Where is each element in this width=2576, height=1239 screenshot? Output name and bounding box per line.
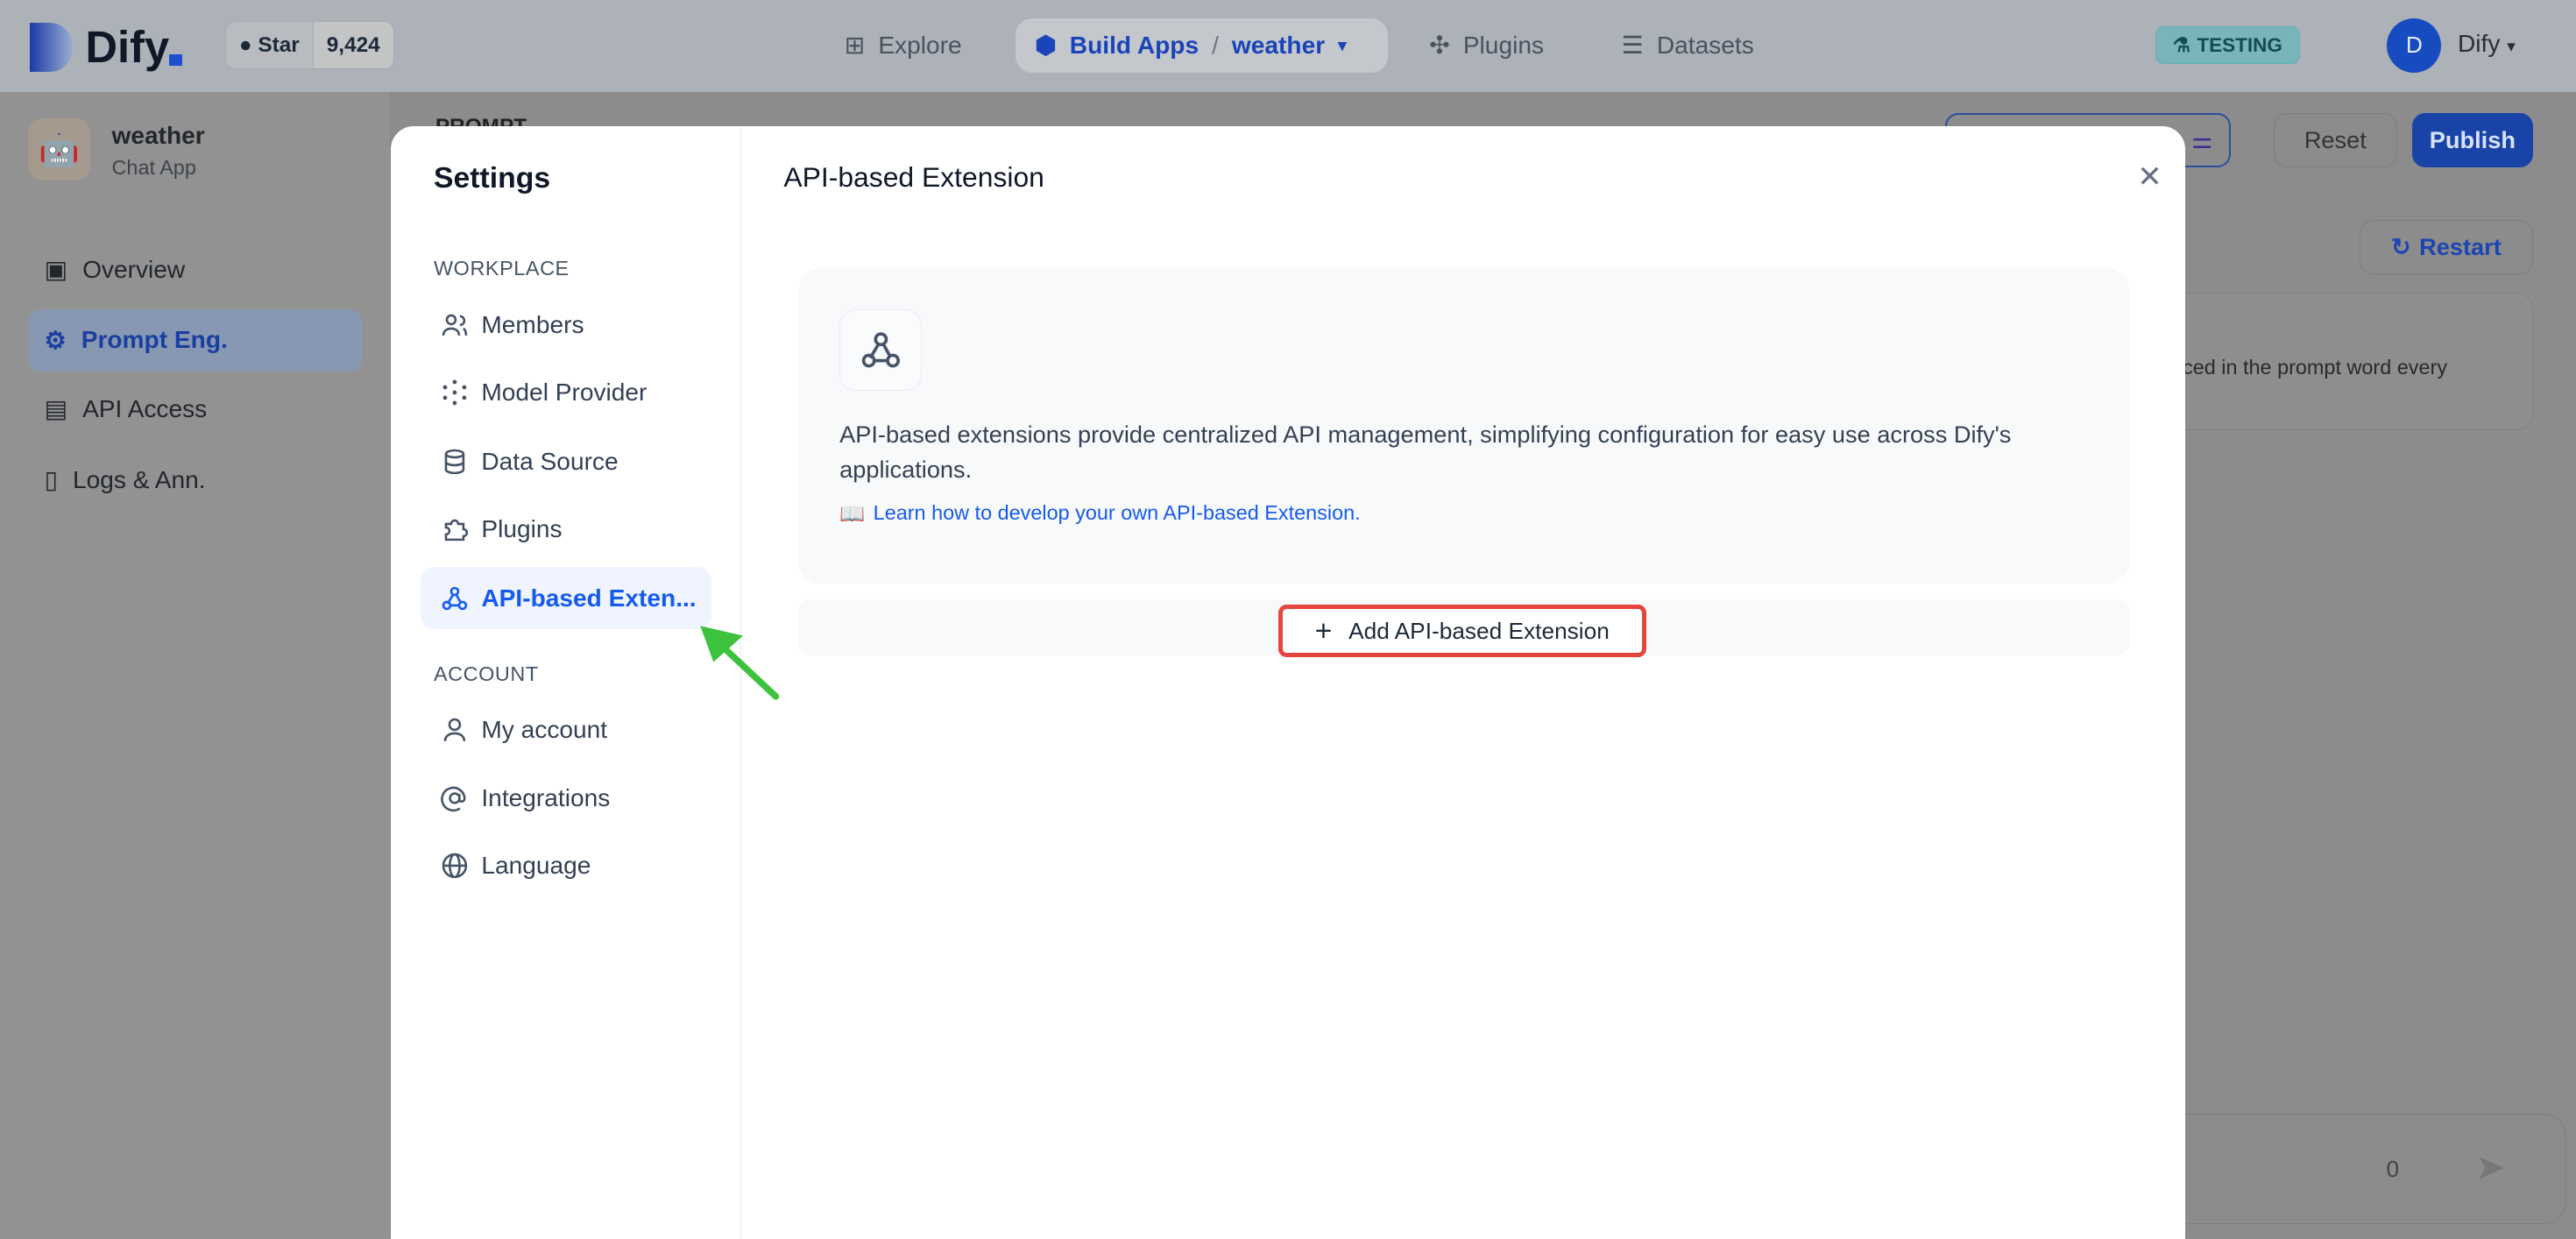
sidebar-label: Overview (82, 255, 186, 283)
account-section-label: ACCOUNT (434, 662, 539, 685)
nav-label: Build Apps (1069, 31, 1200, 59)
settings-nav: Settings WORKPLACE Members Model Provide… (391, 126, 741, 1239)
nav-datasets[interactable]: ☰ Datasets (1622, 18, 1754, 73)
nav-label: Explore (878, 31, 962, 59)
settings-content: API-based Extension ✕ API-based extensio… (741, 126, 2185, 1238)
terminal-icon: ▤ (44, 395, 68, 423)
item-label: Model Provider (481, 379, 648, 407)
dify-logo[interactable]: Dify (29, 21, 183, 73)
item-label: Integrations (481, 784, 611, 812)
nav-build-apps[interactable]: ⬢ Build Apps / weather ▾ (1015, 18, 1389, 73)
top-header: Dify ● Star 9,424 ⊞ Explore ⬢ Build Apps / w… (0, 0, 2576, 92)
app-type: Chat App (111, 156, 196, 180)
at-sign-icon (440, 787, 466, 812)
sidebar-item-prompt-eng[interactable]: ⚙ Prompt Eng. (27, 308, 364, 372)
user-icon (443, 718, 465, 741)
publish-button[interactable]: Publish (2411, 113, 2534, 168)
learn-more-link[interactable]: 📖 Learn how to develop your own API-based… (839, 501, 1361, 526)
cube-icon: ⬢ (1035, 32, 1057, 60)
github-star-button[interactable]: ● Star 9,424 (224, 21, 394, 69)
globe-icon (442, 853, 467, 879)
item-label: Members (481, 311, 584, 339)
item-label: Plugins (481, 514, 563, 542)
env-label: TESTING (2197, 33, 2282, 56)
opening-card: ced in the prompt word every (2135, 292, 2534, 431)
description-text: API-based extensions provide centralized… (839, 421, 2012, 483)
nav-plugins[interactable]: ✣ Plugins (1429, 18, 1544, 73)
database-icon: ☰ (1621, 32, 1644, 60)
item-label: My account (481, 715, 608, 743)
char-count: 0 (2386, 1156, 2400, 1183)
content-heading: API-based Extension (783, 160, 1044, 193)
add-button-label: Add API-based Extension (1348, 617, 1610, 644)
document-icon: ▯ (44, 466, 59, 493)
sidebar-item-logs[interactable]: ▯ Logs & Ann. (28, 449, 364, 511)
settings-sliders-icon: ⚌ (2191, 126, 2213, 154)
restart-button[interactable]: ↻ Restart (2359, 220, 2534, 275)
cube-dots-icon (442, 379, 466, 406)
sidebar-item-api-access[interactable]: ▤ API Access (28, 378, 364, 440)
send-icon[interactable]: ➤ (2475, 1146, 2506, 1188)
star-count: 9,424 (312, 22, 393, 68)
database-icon (444, 449, 464, 475)
settings-item-language[interactable]: Language (421, 835, 711, 897)
card-text: ced in the prompt word every (2183, 356, 2448, 379)
add-api-extension-button[interactable]: + Add API-based Extension (1277, 605, 1646, 657)
item-label: Data Source (481, 447, 619, 475)
item-label: API-based Exten... (481, 584, 697, 612)
star-label: Star (258, 32, 300, 57)
breadcrumb-sep: / (1212, 31, 1219, 59)
github-icon: ● Star (238, 32, 300, 57)
item-label: Language (481, 852, 591, 880)
nav-label: Plugins (1462, 31, 1545, 59)
brand-name: Dify (85, 22, 170, 73)
settings-item-integrations[interactable]: Integrations (421, 768, 711, 830)
chart-icon: ▣ (44, 256, 68, 283)
sidebar-item-overview[interactable]: ▣ Overview (28, 238, 364, 301)
user-menu[interactable]: Dify ▾ (2458, 30, 2516, 58)
avatar[interactable]: D (2387, 18, 2442, 73)
settings-item-api-based-extension[interactable]: API-based Exten... (421, 566, 711, 630)
sidebar-label: Logs & Ann. (72, 465, 206, 493)
chat-input[interactable]: 0 ➤ (2135, 1114, 2566, 1224)
workplace-section-label: WORKPLACE (434, 256, 570, 280)
puzzle-icon: ✣ (1429, 32, 1450, 60)
settings-item-members[interactable]: Members (421, 294, 711, 357)
app-name: weather (111, 121, 205, 149)
settings-item-plugins[interactable]: Plugins (421, 498, 711, 560)
close-icon[interactable]: ✕ (2137, 159, 2162, 195)
empty-state-card: API-based extensions provide centralized… (798, 267, 2129, 584)
app-sidebar: 🤖 weather Chat App ▣ Overview ⚙ Prompt Eng… (0, 92, 392, 1239)
settings-item-data-source[interactable]: Data Source (421, 430, 711, 492)
restart-label: Restart (2419, 233, 2502, 261)
learn-link-label: Learn how to develop your own API-based … (873, 501, 1361, 525)
settings-title: Settings (434, 160, 551, 195)
settings-modal: Settings WORKPLACE Members Model Provide… (391, 126, 2185, 1239)
sidebar-label: Prompt Eng. (81, 326, 228, 354)
puzzle-icon (444, 519, 468, 541)
env-badge: ⚗ TESTING (2155, 26, 2300, 65)
user-name: Dify (2458, 29, 2501, 57)
plus-icon: + (1314, 613, 1333, 648)
annotation-arrow-icon (699, 626, 779, 700)
users-icon (442, 314, 467, 336)
reset-button[interactable]: Reset (2274, 113, 2397, 168)
flask-icon: ⚗ (2172, 33, 2190, 56)
chevron-down-icon: ▾ (1338, 35, 1347, 54)
grid-icon: ⊞ (844, 32, 866, 60)
book-icon: 📖 (839, 501, 866, 525)
nav-explore[interactable]: ⊞ Explore (845, 18, 962, 73)
chevron-down-icon: ▾ (2507, 36, 2516, 55)
webhook-icon (839, 308, 922, 392)
robot-icon: 🤖 (27, 118, 91, 181)
nav-label: Datasets (1656, 31, 1754, 59)
current-app-selector[interactable]: weather (1232, 32, 1325, 60)
webhook-icon (442, 586, 467, 610)
settings-item-my-account[interactable]: My account (421, 698, 711, 761)
refresh-icon: ↻ (2390, 233, 2411, 261)
gear-icon: ⚙ (44, 326, 67, 354)
sidebar-label: API Access (82, 394, 208, 422)
settings-item-model-provider[interactable]: Model Provider (421, 362, 711, 424)
